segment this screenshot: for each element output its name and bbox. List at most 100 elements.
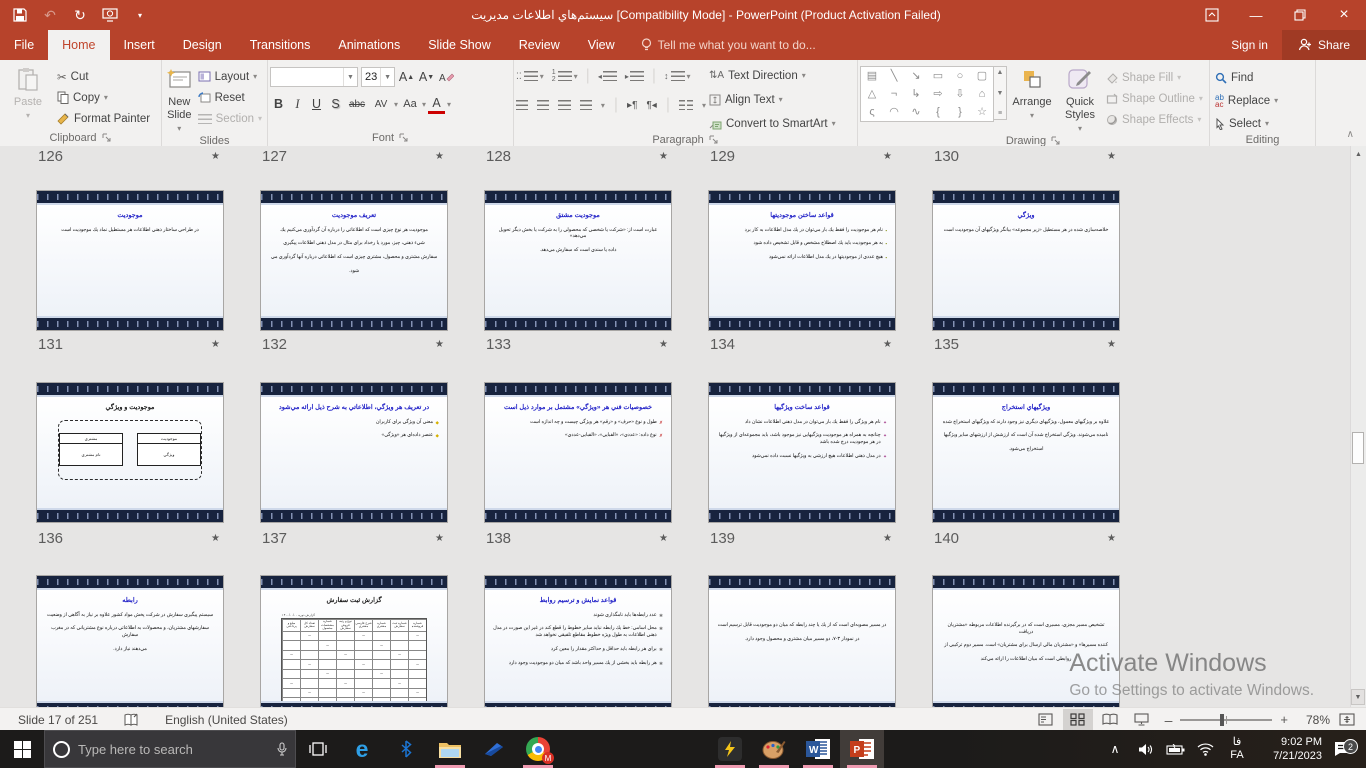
ribbon-display-options-icon[interactable]: [1190, 0, 1234, 30]
volume-icon[interactable]: [1132, 743, 1158, 756]
tab-slide-show[interactable]: Slide Show: [414, 30, 505, 60]
wifi-icon[interactable]: [1192, 743, 1218, 756]
undo-icon[interactable]: ↶: [42, 7, 58, 23]
slide-thumbnail-134[interactable]: قواعد ساختن موجوديتها▪نام هر موجوديت را …: [708, 190, 896, 331]
align-right-button[interactable]: [558, 100, 570, 110]
tab-file[interactable]: File: [0, 30, 48, 60]
character-spacing-button[interactable]: AV: [370, 94, 392, 114]
shapes-gallery[interactable]: ▤╲↘▭○▢ △¬↳⇨⇩⌂ ς◠∿{}☆: [860, 66, 994, 122]
paste-button[interactable]: Paste ▾: [2, 62, 54, 129]
align-left-button[interactable]: [516, 100, 528, 110]
change-case-caret[interactable]: ▾: [422, 100, 426, 109]
slide-thumbnail-140[interactable]: ويژگيهاي استخراجعلاوه بر ويژگيهاي معمول،…: [932, 382, 1120, 523]
microphone-icon[interactable]: [277, 742, 287, 757]
bullets-button[interactable]: ⁚⁚▾: [516, 71, 544, 82]
minimize-button[interactable]: —: [1234, 0, 1278, 30]
tab-animations[interactable]: Animations: [324, 30, 414, 60]
slide-thumbnail[interactable]: گزارش ثبت سفارشگزارش دوره ۱۴۰۰/۰۰/۰۰شمار…: [260, 575, 448, 707]
select-button[interactable]: Select ▾: [1212, 113, 1281, 134]
slide-thumbnail-139[interactable]: قواعد ساخت ويژگيها✦نام هر ويژگي را فقط ي…: [708, 382, 896, 523]
zoom-slider[interactable]: [1180, 719, 1272, 721]
bluetooth-icon[interactable]: [384, 730, 428, 768]
font-dialog-launcher-icon[interactable]: [399, 133, 409, 143]
chrome-icon[interactable]: M: [516, 730, 560, 768]
character-spacing-caret[interactable]: ▾: [394, 100, 398, 109]
scroll-down-icon[interactable]: ▼: [1351, 689, 1365, 705]
italic-button[interactable]: I: [289, 94, 306, 114]
slide-sorter[interactable]: 126★127★128★129★130★موجوديتدر طراحي ساخت…: [0, 146, 1351, 707]
strikethrough-button[interactable]: abc: [346, 94, 368, 114]
zoom-out-icon[interactable]: –: [1165, 712, 1173, 728]
change-case-button[interactable]: Aa: [400, 94, 420, 114]
remote-app-icon[interactable]: [472, 730, 516, 768]
find-button[interactable]: Find: [1212, 67, 1281, 88]
spell-check-icon[interactable]: [124, 713, 139, 727]
decrease-font-size-button[interactable]: A▼: [418, 67, 435, 87]
slide-thumbnail-138[interactable]: خصوصيات فني هر «ويژگي» مشتمل بر موارد ذي…: [484, 382, 672, 523]
slide-thumbnail-132[interactable]: تعريف موجوديتموجوديت هر نوع چيزي است كه …: [260, 190, 448, 331]
columns-button[interactable]: [679, 100, 693, 110]
zoom-in-icon[interactable]: +: [1280, 712, 1288, 727]
font-color-button[interactable]: A: [428, 94, 445, 114]
tab-transitions[interactable]: Transitions: [236, 30, 325, 60]
restore-button[interactable]: [1278, 0, 1322, 30]
numbering-button[interactable]: 12▾: [552, 69, 578, 83]
shape-effects-button[interactable]: Shape Effects ▾: [1103, 109, 1206, 130]
redo-icon[interactable]: ↻: [72, 7, 88, 23]
word-icon[interactable]: W: [796, 730, 840, 768]
quick-styles-button[interactable]: Quick Styles ▾: [1057, 62, 1103, 135]
slide-thumbnail-137[interactable]: در تعريف هر ويژگي، اطلاعاتي به شرح ذيل ا…: [260, 382, 448, 523]
language-indicator[interactable]: English (United States): [165, 713, 288, 727]
vertical-scrollbar[interactable]: ▲ ▼: [1350, 146, 1366, 707]
edge-icon[interactable]: e: [340, 730, 384, 768]
tray-chevron-icon[interactable]: ∧: [1102, 742, 1128, 756]
bold-button[interactable]: B: [270, 94, 287, 114]
shape-fill-button[interactable]: Shape Fill ▾: [1103, 67, 1206, 88]
slide-thumbnail[interactable]: تشخيص مسير مجزي، مسيري است كه در برگيرند…: [932, 575, 1120, 707]
reading-view-button[interactable]: [1095, 709, 1125, 731]
slide-thumbnail-136[interactable]: موجوديت و ويژگيموجوديتويژگيمشترينام مشتر…: [36, 382, 224, 523]
tell-me-box[interactable]: Tell me what you want to do...: [629, 30, 828, 60]
battery-icon[interactable]: [1162, 744, 1188, 755]
increase-indent-button[interactable]: ▸: [625, 71, 644, 81]
task-view-button[interactable]: [296, 730, 340, 768]
section-button[interactable]: Section ▾: [195, 108, 265, 129]
tab-home[interactable]: Home: [48, 30, 109, 60]
shape-outline-button[interactable]: Shape Outline ▾: [1103, 88, 1206, 109]
paragraph-dialog-launcher-icon[interactable]: [709, 135, 719, 145]
new-slide-button[interactable]: New Slide ▾: [164, 62, 195, 135]
justify-button[interactable]: [580, 100, 592, 110]
taskbar-search-input[interactable]: Type here to search: [44, 730, 296, 768]
convert-to-smartart-button[interactable]: Convert to SmartArt ▾: [706, 113, 839, 134]
slide-thumbnail-131[interactable]: موجوديتدر طراحي ساختار ذهني اطلاعات هر م…: [36, 190, 224, 331]
justify-caret[interactable]: ▾: [601, 101, 605, 110]
text-shadow-button[interactable]: S: [327, 94, 344, 114]
slide-sorter-view-button[interactable]: [1063, 709, 1093, 731]
start-button[interactable]: [0, 730, 44, 768]
close-button[interactable]: ×: [1322, 0, 1366, 30]
customize-qat-icon[interactable]: ▾: [132, 7, 148, 23]
layout-button[interactable]: Layout ▾: [195, 66, 265, 87]
language-switcher[interactable]: فا FA: [1222, 736, 1252, 762]
slide-thumbnail[interactable]: رابطهسيستم پيگيري سفارش در شركت پخش مواد…: [36, 575, 224, 707]
slide-show-button[interactable]: [1127, 709, 1157, 731]
increase-font-size-button[interactable]: A▲: [398, 67, 415, 87]
slide-thumbnail-135[interactable]: ويژگيخلاصه‌سازي شده در هر مستطيل «زير مج…: [932, 190, 1120, 331]
action-center-icon[interactable]: 2: [1326, 741, 1360, 757]
zoom-percentage[interactable]: 78%: [1296, 713, 1330, 727]
replace-button[interactable]: abac Replace ▾: [1212, 90, 1281, 111]
fit-to-window-icon[interactable]: [1332, 709, 1362, 731]
slide-thumbnail[interactable]: قواعد نمايش و ترسيم روابط✱عدد رابطه‌ها ب…: [484, 575, 672, 707]
arrange-button[interactable]: Arrange ▾: [1007, 62, 1057, 135]
collapse-ribbon-icon[interactable]: ∧: [1347, 129, 1354, 140]
save-icon[interactable]: [12, 7, 28, 23]
tab-review[interactable]: Review: [505, 30, 574, 60]
tab-insert[interactable]: Insert: [110, 30, 169, 60]
clock[interactable]: 9:02 PM 7/21/2023: [1256, 735, 1322, 763]
normal-view-button[interactable]: [1031, 709, 1061, 731]
shapes-gallery-scroll[interactable]: ▲▼≡: [994, 66, 1007, 120]
winamp-icon[interactable]: [708, 730, 752, 768]
scrollbar-thumb[interactable]: [1352, 432, 1364, 464]
tab-view[interactable]: View: [574, 30, 629, 60]
ltr-direction-button[interactable]: ▸¶: [627, 100, 637, 111]
